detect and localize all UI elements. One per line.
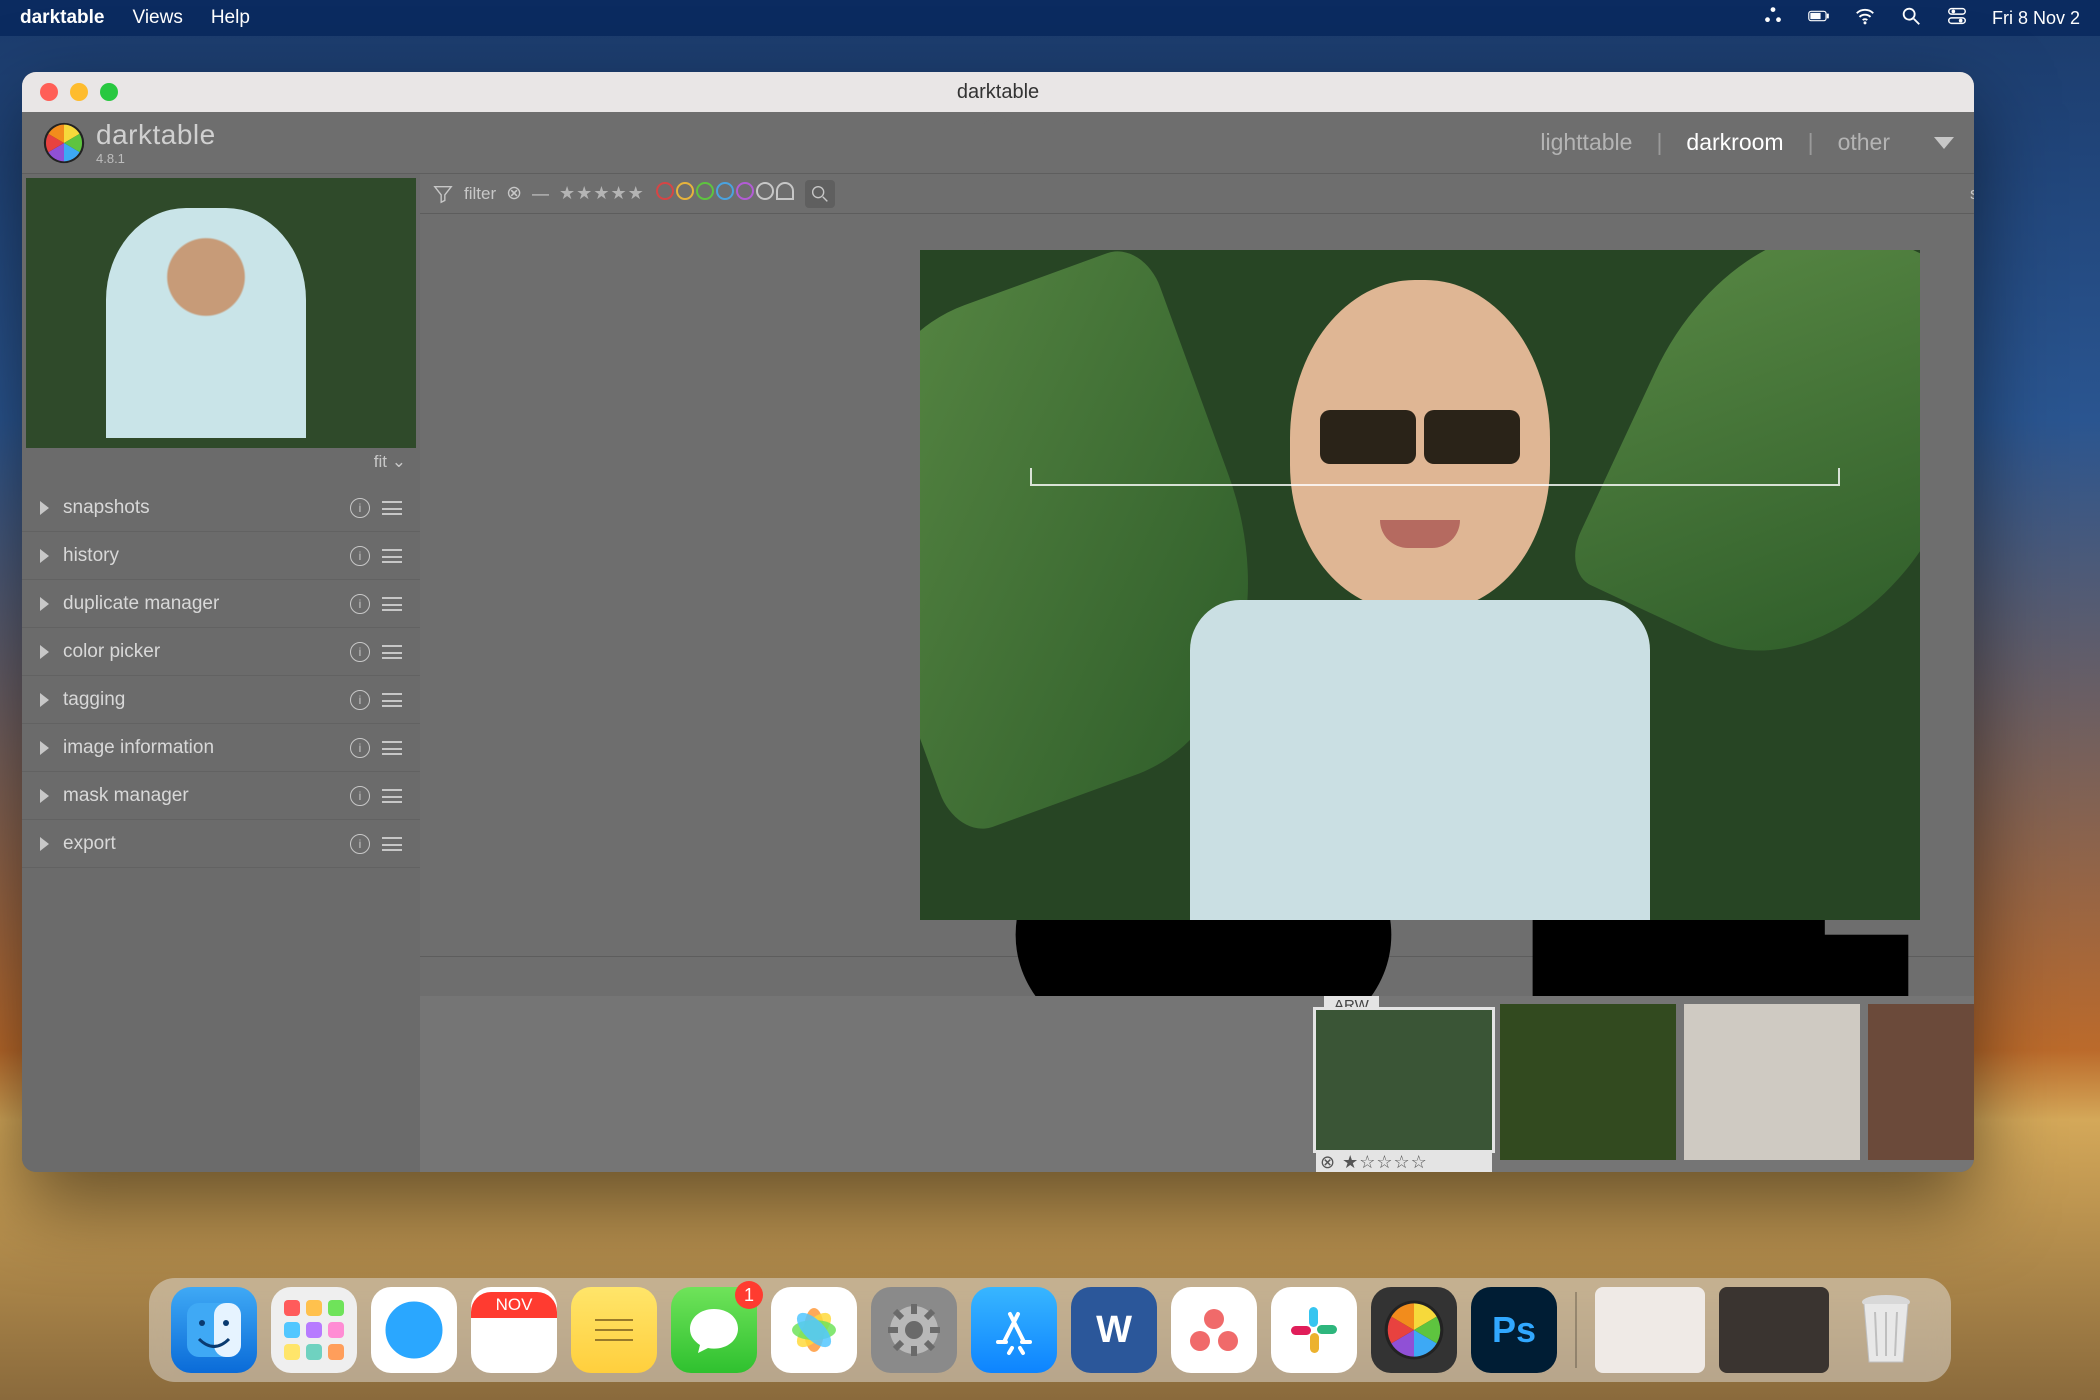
left-sidebar: fit ⌄ snapshotsihistoryiduplicate manage…: [22, 174, 420, 1172]
menubar-app[interactable]: darktable: [20, 7, 104, 29]
panel-export[interactable]: exporti: [22, 820, 420, 868]
dock-calendar[interactable]: NOV8: [471, 1287, 557, 1373]
view-darkroom[interactable]: darkroom: [1686, 129, 1783, 156]
app-version: 4.8.1: [96, 151, 216, 166]
text-search-icon[interactable]: [805, 180, 835, 208]
dock-messages[interactable]: 1: [671, 1287, 757, 1373]
titlebar: darktable: [22, 72, 1974, 112]
image-canvas[interactable]: [920, 250, 1920, 920]
info-bar: 1/200 · f/4.5 · 50.0 mm · 100 ISO: [420, 956, 1974, 996]
thumb-2[interactable]: [1500, 1004, 1676, 1160]
sort-label: sort by: [1970, 184, 1974, 204]
app-window: darktable darktable 4.8.1 lighttable | d…: [22, 72, 1974, 1172]
view-lighttable[interactable]: lighttable: [1540, 129, 1632, 156]
thumb-3[interactable]: [1684, 1004, 1860, 1160]
panel-snapshots[interactable]: snapshotsi: [22, 484, 420, 532]
app-name: darktable: [96, 119, 216, 151]
status-dots-icon[interactable]: [1762, 5, 1784, 32]
center-area: filter ⊗ — ★★★★★ sort by filen… ⌄ 1 ima……: [420, 174, 1974, 1172]
dock-slack[interactable]: [1271, 1287, 1357, 1373]
dock-photoshop[interactable]: Ps: [1471, 1287, 1557, 1373]
color-label-filter[interactable]: [655, 182, 795, 205]
darktable-logo-icon: [42, 121, 86, 165]
panel-color-picker[interactable]: color pickeri: [22, 628, 420, 676]
menubar-views[interactable]: Views: [132, 7, 182, 29]
wifi-icon[interactable]: [1854, 5, 1876, 32]
panel-tagging[interactable]: taggingi: [22, 676, 420, 724]
dock-minimized-window-2[interactable]: [1719, 1287, 1829, 1373]
star-filter[interactable]: ★★★★★: [559, 183, 645, 204]
filter-bar: filter ⊗ — ★★★★★ sort by filen… ⌄ 1 ima……: [420, 174, 1974, 214]
window-title: darktable: [22, 81, 1974, 104]
panel-mask-manager[interactable]: mask manageri: [22, 772, 420, 820]
panel-history[interactable]: historyi: [22, 532, 420, 580]
menubar-help[interactable]: Help: [211, 7, 250, 29]
dock-finder[interactable]: [171, 1287, 257, 1373]
control-center-icon[interactable]: [1946, 5, 1968, 32]
filter-label: filter: [464, 184, 496, 204]
thumb-4[interactable]: [1868, 1004, 1974, 1160]
dock: NOV8 1 W Ps: [149, 1278, 1951, 1382]
dock-photos[interactable]: [771, 1287, 857, 1373]
panel-image-information[interactable]: image informationi: [22, 724, 420, 772]
navigation-preview[interactable]: [26, 178, 416, 448]
dock-appstore[interactable]: [971, 1287, 1057, 1373]
reject-icon[interactable]: ⊗: [506, 182, 522, 205]
filter-funnel-icon[interactable]: [432, 183, 454, 205]
thumb-rating[interactable]: ⊗ ★☆☆☆☆: [1316, 1152, 1492, 1172]
filmstrip[interactable]: ARW ⊗ ★☆☆☆☆: [420, 996, 1974, 1172]
range-sep: —: [532, 184, 549, 204]
thumb-1[interactable]: ⊗ ★☆☆☆☆: [1316, 1010, 1492, 1150]
panel-duplicate-manager[interactable]: duplicate manageri: [22, 580, 420, 628]
dock-settings[interactable]: [871, 1287, 957, 1373]
menubar-clock[interactable]: Fri 8 Nov 2: [1992, 8, 2080, 29]
mac-menubar: darktable Views Help Fri 8 Nov 2: [0, 0, 2100, 36]
dock-trash[interactable]: [1843, 1287, 1929, 1373]
dock-launchpad[interactable]: [271, 1287, 357, 1373]
graduated-density-overlay[interactable]: [1030, 484, 1840, 486]
dock-minimized-window[interactable]: [1595, 1287, 1705, 1373]
battery-icon[interactable]: [1808, 5, 1830, 32]
dock-safari[interactable]: [371, 1287, 457, 1373]
zoom-fit[interactable]: fit ⌄: [22, 452, 420, 478]
spotlight-icon[interactable]: [1900, 5, 1922, 32]
dock-word[interactable]: W: [1071, 1287, 1157, 1373]
dock-notes[interactable]: [571, 1287, 657, 1373]
dock-darktable[interactable]: [1371, 1287, 1457, 1373]
view-other[interactable]: other: [1838, 129, 1890, 156]
dock-asana[interactable]: [1171, 1287, 1257, 1373]
view-dropdown-icon[interactable]: [1934, 137, 1954, 149]
